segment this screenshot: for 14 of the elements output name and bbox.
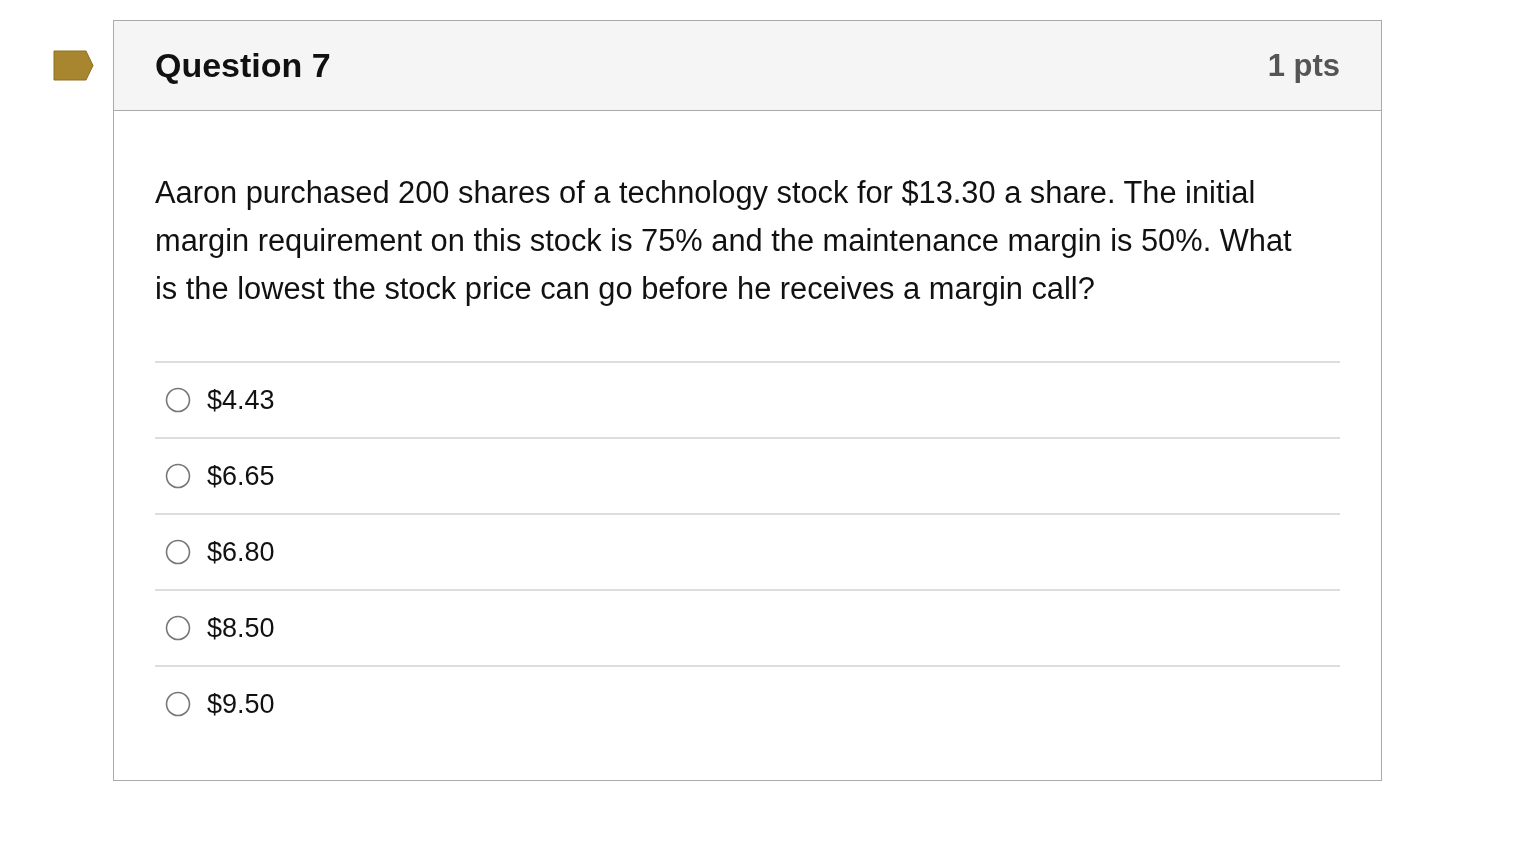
radio-button[interactable]: [165, 539, 191, 565]
question-text: Aaron purchased 200 shares of a technology stock for $13.30 a share. The initial margin requirement on this stock is 75% and the maintenance margin is 50%. What is the lowest the stock price can go before he receives a margin call?: [155, 174, 1293, 308]
radio-button[interactable]: [165, 691, 191, 717]
radio-button[interactable]: [165, 387, 191, 413]
radio-button[interactable]: [165, 463, 191, 489]
answer-label[interactable]: $6.65: [207, 460, 275, 492]
answer-label[interactable]: $8.50: [207, 612, 275, 644]
question-title: Question 7: [155, 46, 331, 85]
radio-button[interactable]: [165, 615, 191, 641]
tag-icon: [53, 50, 94, 81]
answer-label[interactable]: $6.80: [207, 536, 275, 568]
answer-label[interactable]: $9.50: [207, 688, 275, 720]
points-label: 1 pts: [1267, 47, 1340, 84]
answer-label[interactable]: $4.43: [207, 384, 275, 416]
